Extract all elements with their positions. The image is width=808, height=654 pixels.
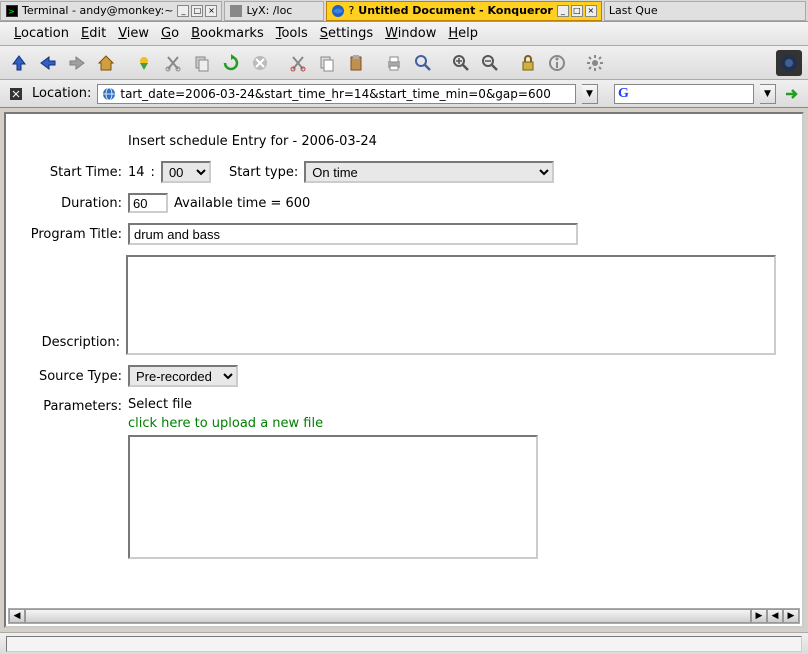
copy-edit-button[interactable]: [314, 50, 340, 76]
scroll-left-button[interactable]: ◀: [9, 609, 25, 623]
scroll-track[interactable]: [25, 609, 751, 623]
menu-bar: Location Edit View Go Bookmarks Tools Se…: [0, 22, 808, 46]
go-button[interactable]: [782, 84, 802, 104]
start-time-label: Start Time:: [16, 165, 128, 180]
taskbar-item-terminal[interactable]: > Terminal - andy@monkey:~ _□×: [0, 1, 222, 21]
page-heading: Insert schedule Entry for - 2006-03-24: [128, 134, 776, 149]
cut-button[interactable]: [160, 50, 186, 76]
reload-button[interactable]: [218, 50, 244, 76]
desktop-taskbar: > Terminal - andy@monkey:~ _□× LyX: /loc…: [0, 0, 808, 22]
svg-text:>: >: [8, 7, 15, 16]
program-title-label: Program Title:: [16, 227, 128, 242]
start-type-select[interactable]: On time: [304, 161, 554, 183]
description-textarea[interactable]: [126, 255, 776, 355]
parameters-label: Parameters:: [16, 397, 128, 414]
zoom-in-button[interactable]: [448, 50, 474, 76]
location-input[interactable]: tart_date=2006-03-24&start_time_hr=14&st…: [97, 84, 576, 104]
start-time-minute-select[interactable]: 00: [161, 161, 211, 183]
viewport: Insert schedule Entry for - 2006-03-24 S…: [4, 112, 804, 628]
konqueror-throbber-icon: [776, 50, 802, 76]
start-time-hour: 14: [128, 165, 145, 180]
stop-button[interactable]: [247, 50, 273, 76]
file-select-listbox[interactable]: [128, 435, 538, 559]
menu-settings[interactable]: Settings: [314, 24, 379, 43]
max-icon[interactable]: □: [191, 5, 203, 17]
find-button[interactable]: [410, 50, 436, 76]
menu-window[interactable]: Window: [379, 24, 442, 43]
select-file-label: Select file: [128, 397, 192, 412]
konqueror-icon: [331, 4, 345, 18]
print-button[interactable]: [381, 50, 407, 76]
max-icon[interactable]: □: [571, 5, 583, 17]
program-title-input[interactable]: [128, 223, 578, 245]
settings-button[interactable]: [582, 50, 608, 76]
menu-location[interactable]: Location: [8, 24, 75, 43]
menu-bookmarks[interactable]: Bookmarks: [185, 24, 270, 43]
zoom-out-button[interactable]: [477, 50, 503, 76]
search-input[interactable]: G: [614, 84, 754, 104]
main-toolbar: [0, 46, 808, 80]
location-text: tart_date=2006-03-24&start_time_hr=14&st…: [120, 87, 550, 101]
clear-location-button[interactable]: [6, 84, 26, 104]
taskbar-label: Terminal - andy@monkey:~: [22, 4, 173, 17]
menu-edit[interactable]: Edit: [75, 24, 112, 43]
scroll-thumb[interactable]: [25, 609, 751, 623]
taskbar-item-other[interactable]: Last Que: [604, 1, 806, 21]
status-bar: [0, 632, 808, 654]
upload-new-file-link[interactable]: click here to upload a new file: [128, 416, 323, 431]
taskbar-item-konqueror[interactable]: ? Untitled Document - Konqueror _□×: [326, 1, 601, 21]
help-icon: ?: [348, 4, 354, 17]
page-favicon-icon: [101, 86, 117, 102]
menu-tools[interactable]: Tools: [270, 24, 314, 43]
duration-input[interactable]: [128, 193, 168, 213]
scroll-right-button[interactable]: ▶: [751, 609, 767, 623]
menu-view[interactable]: View: [112, 24, 155, 43]
menu-help[interactable]: Help: [442, 24, 484, 43]
copy-button[interactable]: [189, 50, 215, 76]
info-button[interactable]: [544, 50, 570, 76]
source-type-label: Source Type:: [16, 369, 128, 384]
content-frame: Insert schedule Entry for - 2006-03-24 S…: [0, 108, 808, 632]
page-body: Insert schedule Entry for - 2006-03-24 S…: [6, 114, 786, 608]
location-dropdown-button[interactable]: ▼: [582, 84, 598, 104]
location-label: Location:: [32, 86, 91, 101]
close-icon[interactable]: ×: [585, 5, 597, 17]
menu-go[interactable]: Go: [155, 24, 185, 43]
scroll-left2-button[interactable]: ◀: [767, 609, 783, 623]
duration-label: Duration:: [16, 196, 128, 211]
close-icon[interactable]: ×: [205, 5, 217, 17]
taskbar-item-lyx[interactable]: LyX: /loc: [224, 1, 324, 21]
status-text: [6, 636, 802, 652]
bookmark-add-button[interactable]: [131, 50, 157, 76]
min-icon[interactable]: _: [177, 5, 189, 17]
lyx-icon: [229, 4, 243, 18]
up-button[interactable]: [6, 50, 32, 76]
home-button[interactable]: [93, 50, 119, 76]
security-button[interactable]: [515, 50, 541, 76]
cut-edit-button[interactable]: [285, 50, 311, 76]
taskbar-label: Untitled Document - Konqueror: [358, 4, 553, 17]
search-engine-dropdown[interactable]: ▼: [760, 84, 776, 104]
location-bar: Location: tart_date=2006-03-24&start_tim…: [0, 80, 808, 108]
paste-button[interactable]: [343, 50, 369, 76]
forward-button[interactable]: [64, 50, 90, 76]
start-type-label: Start type:: [229, 165, 298, 180]
taskbar-label: Last Que: [609, 4, 658, 17]
google-icon: G: [618, 86, 629, 102]
source-type-select[interactable]: Pre-recorded: [128, 365, 238, 387]
start-time-separator: :: [151, 165, 155, 180]
description-label: Description:: [16, 255, 126, 350]
taskbar-label: LyX: /loc: [246, 4, 292, 17]
available-time-label: Available time = 600: [174, 196, 310, 211]
terminal-icon: >: [5, 4, 19, 18]
scroll-right2-button[interactable]: ▶: [783, 609, 799, 623]
min-icon[interactable]: _: [557, 5, 569, 17]
back-button[interactable]: [35, 50, 61, 76]
horizontal-scrollbar[interactable]: ◀ ▶ ◀ ▶: [8, 608, 800, 624]
